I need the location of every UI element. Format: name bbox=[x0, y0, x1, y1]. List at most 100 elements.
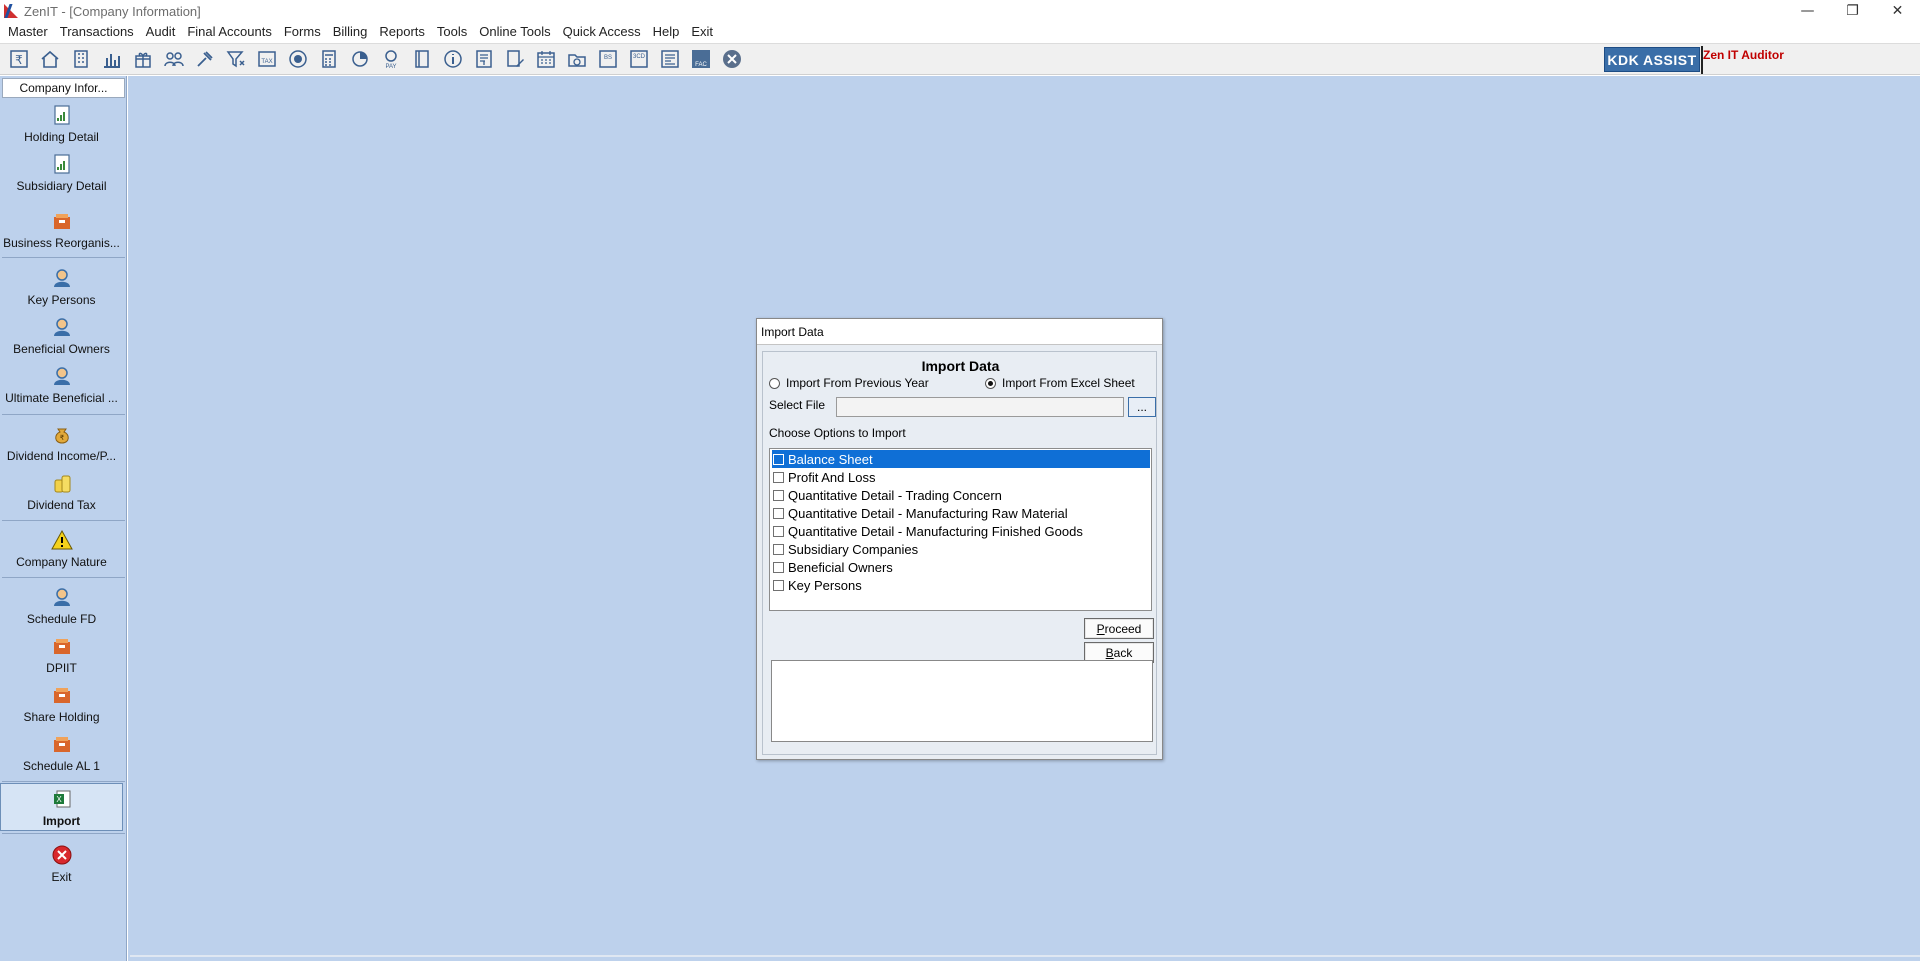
option-checkbox[interactable] bbox=[773, 489, 784, 501]
select-file-input[interactable] bbox=[836, 397, 1124, 417]
bar-chart-icon bbox=[103, 54, 120, 68]
radio-import-excel-sheet[interactable]: Import From Excel Sheet bbox=[985, 376, 1135, 390]
three-cd-button[interactable]: 3CD bbox=[623, 45, 654, 73]
sidebar-item-ultimate-beneficial[interactable]: Ultimate Beneficial ... bbox=[0, 361, 123, 409]
proceed-button[interactable]: Proceed bbox=[1084, 618, 1154, 639]
radio-excel-label: Import From Excel Sheet bbox=[1002, 376, 1135, 390]
ledger-button[interactable] bbox=[468, 45, 499, 73]
balance-sheet-button[interactable]: BS bbox=[592, 45, 623, 73]
option-label: Quantitative Detail - Manufacturing Fini… bbox=[788, 523, 1083, 539]
book-button[interactable] bbox=[406, 45, 437, 73]
sidebar-item-dpiit[interactable]: DPIIT bbox=[0, 631, 123, 679]
menu-forms[interactable]: Forms bbox=[278, 22, 327, 42]
option-checkbox[interactable] bbox=[773, 507, 784, 519]
option-quant-raw-material[interactable]: Quantitative Detail - Manufacturing Raw … bbox=[772, 504, 1150, 522]
sidebar-item-label: Holding Detail bbox=[24, 130, 99, 144]
menu-master[interactable]: Master bbox=[2, 22, 54, 42]
import-log-box bbox=[771, 660, 1153, 742]
radio-import-previous-year[interactable]: Import From Previous Year bbox=[769, 376, 929, 390]
kdk-assist-button[interactable]: KDK ASSIST bbox=[1604, 47, 1700, 72]
bar-chart-button[interactable] bbox=[96, 45, 127, 73]
option-label: Quantitative Detail - Trading Concern bbox=[788, 487, 1002, 503]
option-checkbox[interactable] bbox=[773, 525, 784, 537]
sidebar-item-label: Company Nature bbox=[16, 555, 107, 569]
option-checkbox[interactable] bbox=[773, 579, 784, 591]
pay-button[interactable]: PAY bbox=[375, 45, 406, 73]
tax-button[interactable]: TAX bbox=[251, 45, 282, 73]
window-controls: — ❐ ✕ bbox=[1785, 0, 1920, 22]
menu-transactions[interactable]: Transactions bbox=[54, 22, 140, 42]
sidebar-item-share-holding[interactable]: Share Holding bbox=[0, 680, 123, 728]
option-checkbox[interactable] bbox=[773, 561, 784, 573]
info-button[interactable] bbox=[437, 45, 468, 73]
menu-tools[interactable]: Tools bbox=[431, 22, 473, 42]
sidebar-item-subsidiary-detail[interactable]: Subsidiary Detail bbox=[0, 149, 123, 197]
close-window-button[interactable]: ✕ bbox=[1875, 0, 1920, 22]
sidebar-item-import[interactable]: X Import bbox=[0, 783, 123, 831]
sidebar-divider bbox=[2, 414, 125, 415]
sidebar-item-label: Share Holding bbox=[23, 710, 100, 724]
filter-button[interactable] bbox=[220, 45, 251, 73]
import-options-list[interactable]: Balance Sheet Profit And Loss Quantitati… bbox=[769, 448, 1152, 611]
option-beneficial-owners[interactable]: Beneficial Owners bbox=[772, 558, 1150, 576]
home-button[interactable] bbox=[34, 45, 65, 73]
sidebar-item-company-nature[interactable]: Company Nature bbox=[0, 525, 123, 573]
users-button[interactable] bbox=[158, 45, 189, 73]
sidebar-item-business-reorganisation[interactable]: Business Reorganis... bbox=[0, 206, 123, 254]
menu-help[interactable]: Help bbox=[647, 22, 686, 42]
sidebar-item-holding-detail[interactable]: Holding Detail bbox=[0, 100, 123, 148]
hammer-button[interactable] bbox=[189, 45, 220, 73]
edit-doc-button[interactable] bbox=[499, 45, 530, 73]
building-button[interactable] bbox=[65, 45, 96, 73]
sidebar-item-schedule-al1[interactable]: Schedule AL 1 bbox=[0, 729, 123, 777]
box-icon bbox=[53, 688, 70, 703]
menu-final-accounts[interactable]: Final Accounts bbox=[181, 22, 278, 42]
menu-audit[interactable]: Audit bbox=[140, 22, 182, 42]
restore-button[interactable]: ❐ bbox=[1830, 0, 1875, 22]
eye-icon bbox=[288, 50, 307, 68]
menu-billing[interactable]: Billing bbox=[327, 22, 374, 42]
sidebar-item-exit[interactable]: Exit bbox=[0, 840, 123, 888]
sidebar-item-dividend-income[interactable]: ₹ Dividend Income/P... bbox=[0, 419, 123, 467]
option-key-persons[interactable]: Key Persons bbox=[772, 576, 1150, 594]
sidebar-item-beneficial-owners[interactable]: Beneficial Owners bbox=[0, 312, 123, 360]
calendar-icon bbox=[536, 51, 555, 68]
menu-online-tools[interactable]: Online Tools bbox=[473, 22, 556, 42]
menu-quick-access[interactable]: Quick Access bbox=[557, 22, 647, 42]
pie-chart-button[interactable] bbox=[344, 45, 375, 73]
menu-reports[interactable]: Reports bbox=[373, 22, 431, 42]
minimize-button[interactable]: — bbox=[1785, 0, 1830, 22]
svg-text:X: X bbox=[56, 795, 62, 804]
folder-add-button[interactable] bbox=[561, 45, 592, 73]
report-button[interactable] bbox=[654, 45, 685, 73]
menu-exit[interactable]: Exit bbox=[685, 22, 719, 42]
calculator-button[interactable] bbox=[313, 45, 344, 73]
sidebar-item-label: Dividend Income/P... bbox=[6, 449, 117, 463]
option-profit-and-loss[interactable]: Profit And Loss bbox=[772, 468, 1150, 486]
option-checkbox[interactable] bbox=[773, 543, 784, 555]
svg-text:₹: ₹ bbox=[15, 53, 23, 67]
calendar-button[interactable] bbox=[530, 45, 561, 73]
funnel-icon bbox=[226, 51, 245, 68]
sidebar-item-schedule-fd[interactable]: Schedule FD bbox=[0, 582, 123, 630]
option-balance-sheet[interactable]: Balance Sheet bbox=[772, 450, 1150, 468]
fac-button[interactable]: FAC bbox=[685, 45, 716, 73]
dialog-body: Import Data Import From Previous Year Im… bbox=[762, 351, 1157, 755]
rupee-button[interactable]: ₹ bbox=[3, 45, 34, 73]
option-checkbox[interactable] bbox=[773, 453, 784, 465]
option-subsidiary-companies[interactable]: Subsidiary Companies bbox=[772, 540, 1150, 558]
close-tool-button[interactable] bbox=[716, 45, 747, 73]
browse-file-button[interactable]: ... bbox=[1128, 397, 1156, 417]
radio-previous-indicator[interactable] bbox=[769, 377, 780, 389]
option-quant-finished-goods[interactable]: Quantitative Detail - Manufacturing Fini… bbox=[772, 522, 1150, 540]
sidebar-header: Company Infor... bbox=[2, 78, 125, 98]
sidebar-item-key-persons[interactable]: Key Persons bbox=[0, 263, 123, 311]
radio-excel-indicator[interactable] bbox=[985, 377, 996, 389]
option-checkbox[interactable] bbox=[773, 471, 784, 483]
report-doc-icon bbox=[53, 105, 70, 125]
coins-icon bbox=[54, 475, 70, 493]
view-button[interactable] bbox=[282, 45, 313, 73]
option-quant-trading[interactable]: Quantitative Detail - Trading Concern bbox=[772, 486, 1150, 504]
gift-button[interactable] bbox=[127, 45, 158, 73]
sidebar-item-dividend-tax[interactable]: Dividend Tax bbox=[0, 468, 123, 516]
